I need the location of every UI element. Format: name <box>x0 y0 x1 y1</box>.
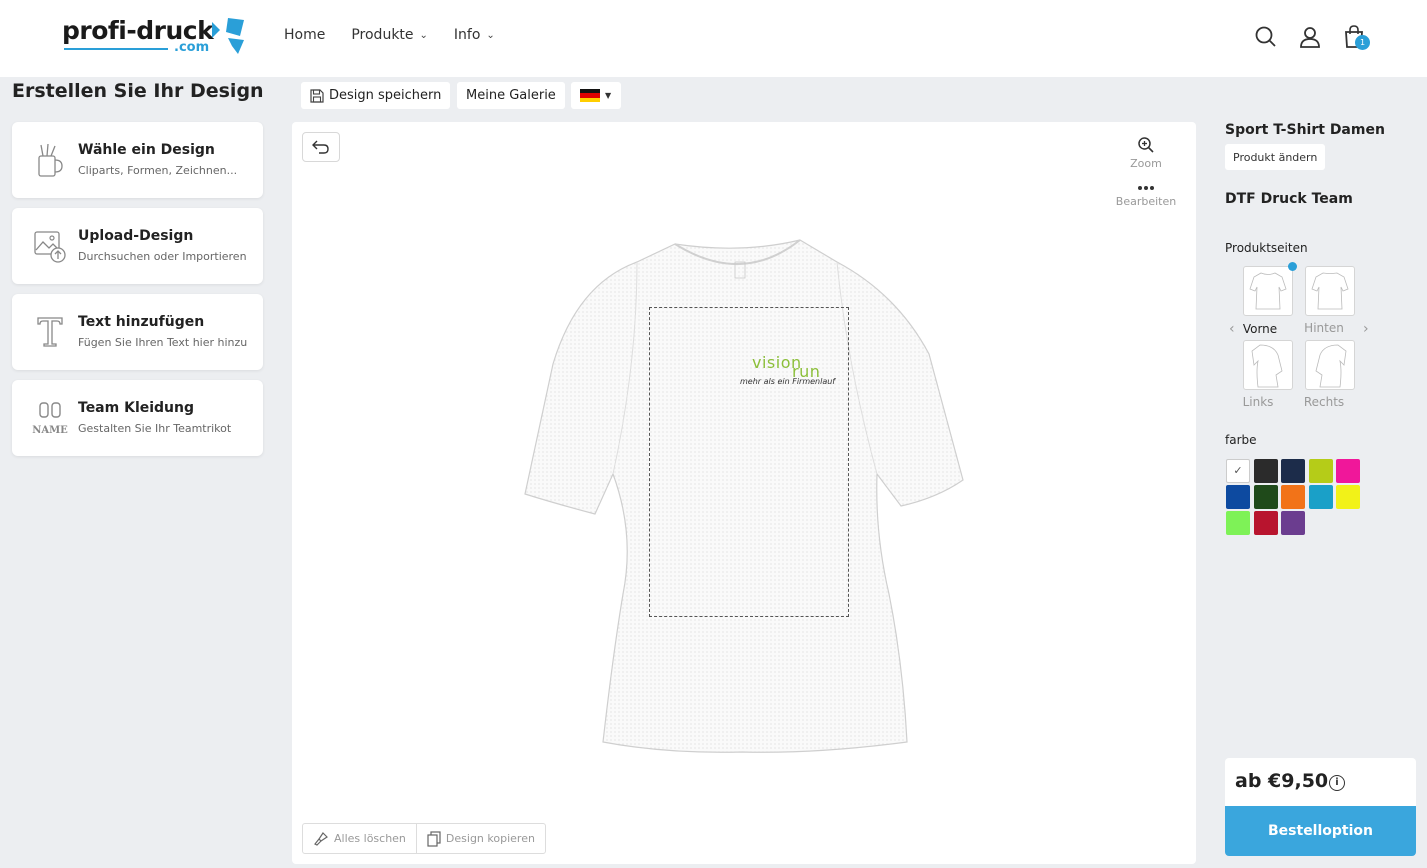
caret-down-icon: ▼ <box>605 91 612 100</box>
color-swatch[interactable]: ✓ <box>1226 459 1250 483</box>
tshirt-back-thumb-icon <box>1311 272 1349 310</box>
side-thumb-back[interactable] <box>1305 266 1355 316</box>
zoom-tool[interactable]: Zoom <box>1111 136 1181 170</box>
page-title: Erstellen Sie Ihr Design <box>12 80 264 102</box>
undo-button[interactable] <box>302 132 340 162</box>
side-thumb-right[interactable] <box>1305 340 1355 390</box>
tool-title: Text hinzufügen <box>78 314 205 330</box>
team-clothing-card[interactable]: NAME Team Kleidung Gestalten Sie Ihr Tea… <box>12 380 263 456</box>
german-flag-icon <box>580 89 600 102</box>
save-icon <box>310 88 324 103</box>
logo-sub: .com <box>174 40 210 55</box>
cart-count-badge: 1 <box>1355 35 1370 50</box>
tool-subtitle: Durchsuchen oder Importieren <box>78 250 247 263</box>
price-label: ab €9,50 <box>1235 770 1329 792</box>
upload-image-icon <box>34 231 66 263</box>
my-gallery-button[interactable]: Meine Galerie <box>457 82 565 109</box>
tool-subtitle: Fügen Sie Ihren Text hier hinzu <box>78 336 248 349</box>
chevron-down-icon: ⌄ <box>419 29 428 41</box>
color-swatch[interactable] <box>1253 485 1278 509</box>
print-type-title: DTF Druck Team <box>1225 191 1353 207</box>
color-swatch[interactable] <box>1336 485 1360 509</box>
copy-design-button[interactable]: Design kopieren <box>415 824 545 853</box>
team-number-icon <box>39 402 61 418</box>
edit-tool[interactable]: Bearbeiten <box>1111 182 1181 208</box>
side-label-back: Hinten <box>1304 321 1344 335</box>
color-swatch[interactable] <box>1281 511 1305 535</box>
product-sides-title: Produktseiten <box>1225 241 1308 255</box>
color-swatch[interactable] <box>1281 459 1305 483</box>
price-box: ab €9,50 i <box>1225 758 1416 806</box>
tool-subtitle: Cliparts, Formen, Zeichnen... <box>78 164 238 177</box>
sides-next-icon[interactable]: › <box>1363 321 1369 337</box>
team-name-icon: NAME <box>32 400 68 436</box>
canvas-bottom-tools: Alles löschen Design kopieren <box>302 823 546 854</box>
site-header: profi-druck .com Home Produkte ⌄ Info ⌄ 1 <box>0 0 1427 77</box>
tshirt-front-thumb-icon <box>1249 272 1287 310</box>
info-icon[interactable]: i <box>1329 775 1345 791</box>
tool-title: Wähle ein Design <box>78 142 215 158</box>
copy-icon <box>427 830 441 847</box>
side-thumb-front[interactable] <box>1243 266 1293 316</box>
nav-produkte[interactable]: Produkte ⌄ <box>351 27 428 43</box>
side-thumb-left[interactable] <box>1243 340 1293 390</box>
save-design-button[interactable]: Design speichern <box>301 82 451 109</box>
undo-icon <box>312 140 329 154</box>
site-logo[interactable]: profi-druck .com <box>62 16 247 60</box>
print-area-boundary <box>649 307 849 617</box>
tool-title: Upload-Design <box>78 228 194 244</box>
copy-design-label: Design kopieren <box>445 832 535 845</box>
clear-all-label: Alles löschen <box>334 832 406 845</box>
color-title: farbe <box>1225 433 1257 447</box>
upload-design-card[interactable]: Upload-Design Durchsuchen oder Importier… <box>12 208 263 284</box>
tool-title: Team Kleidung <box>78 400 195 416</box>
edit-label: Bearbeiten <box>1115 195 1177 208</box>
order-options-button[interactable]: Bestelloption <box>1225 806 1416 856</box>
product-name: Sport T-Shirt Damen <box>1225 122 1385 138</box>
color-swatch[interactable] <box>1336 459 1360 483</box>
color-swatch[interactable] <box>1253 459 1278 483</box>
color-swatch[interactable] <box>1226 485 1250 509</box>
change-product-label: Produkt ändern <box>1233 150 1318 164</box>
design-tagline: mehr als ein Firmenlauf <box>740 377 836 386</box>
zoom-in-icon <box>1138 137 1154 153</box>
brush-icon <box>314 831 328 846</box>
color-swatch[interactable] <box>1308 459 1333 483</box>
team-name-label: NAME <box>32 425 68 436</box>
side-label-front: Vorne <box>1242 322 1278 336</box>
tshirt-left-thumb-icon <box>1251 344 1283 388</box>
search-icon[interactable] <box>1253 24 1279 50</box>
language-select[interactable]: ▼ <box>571 82 621 109</box>
logo-mark-icon <box>212 18 244 54</box>
nav-info[interactable]: Info ⌄ <box>454 27 495 43</box>
account-icon[interactable] <box>1297 24 1323 50</box>
color-swatch[interactable] <box>1308 485 1333 509</box>
clipart-cup-icon <box>38 143 63 177</box>
side-label-left: Links <box>1242 395 1274 409</box>
color-swatch[interactable] <box>1281 485 1305 509</box>
color-swatch[interactable] <box>1253 511 1278 535</box>
vision-run-logo[interactable]: vision run mehr als ein Firmenlauf <box>740 355 850 395</box>
color-swatch[interactable] <box>1226 511 1250 535</box>
add-text-card[interactable]: Text hinzufügen Fügen Sie Ihren Text hie… <box>12 294 263 370</box>
active-side-dot <box>1288 262 1297 271</box>
nav-home[interactable]: Home <box>284 27 325 43</box>
choose-design-card[interactable]: Wähle ein Design Cliparts, Formen, Zeich… <box>12 122 263 198</box>
selected-check-icon: ✓ <box>1233 464 1243 477</box>
tshirt-right-thumb-icon <box>1315 344 1347 388</box>
design-canvas[interactable]: Zoom Bearbeiten vision run mehr als ein … <box>292 122 1196 864</box>
clear-all-button[interactable]: Alles löschen <box>303 824 416 853</box>
side-label-right: Rechts <box>1303 395 1345 409</box>
save-design-label: Design speichern <box>329 88 442 103</box>
more-dots-icon <box>1138 186 1154 190</box>
order-options-label: Bestelloption <box>1268 823 1373 839</box>
my-gallery-label: Meine Galerie <box>466 88 556 103</box>
zoom-label: Zoom <box>1130 157 1162 170</box>
tool-subtitle: Gestalten Sie Ihr Teamtrikot <box>78 422 232 435</box>
chevron-down-icon: ⌄ <box>486 29 495 41</box>
logo-underline <box>64 48 168 50</box>
main-nav: Home Produkte ⌄ Info ⌄ <box>284 27 521 43</box>
text-icon <box>37 317 63 347</box>
change-product-button[interactable]: Produkt ändern <box>1225 144 1326 170</box>
